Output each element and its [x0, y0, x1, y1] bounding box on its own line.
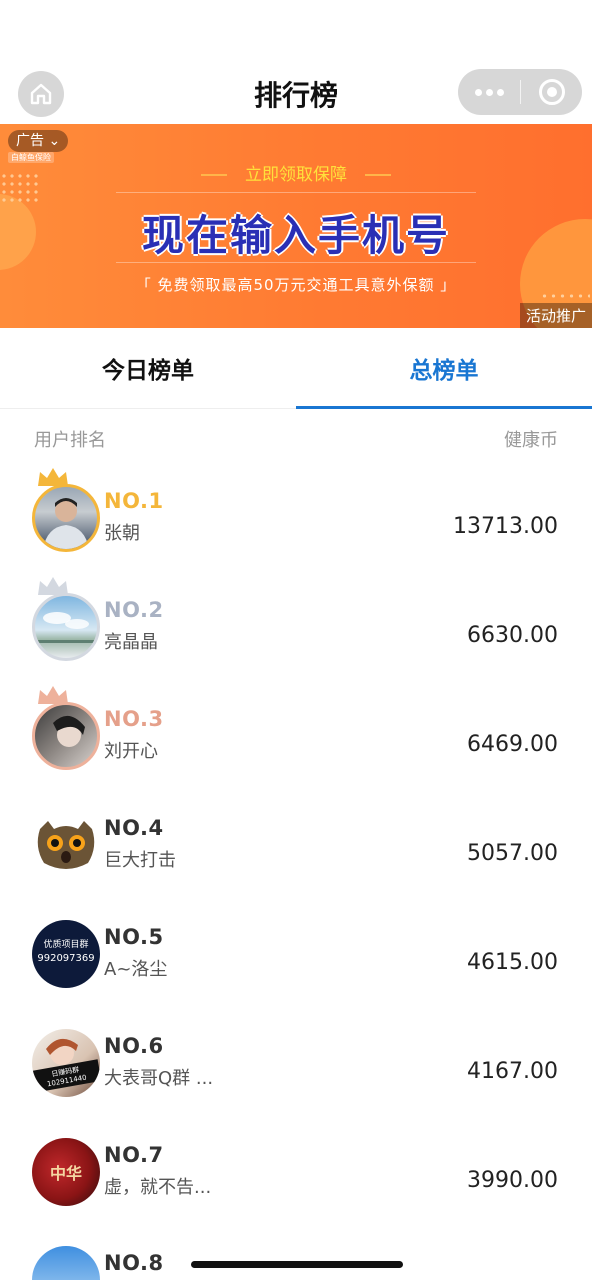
user-name: 刘开心	[104, 741, 158, 762]
ad-banner[interactable]: 广告 ⌄ 白鲸鱼保险 立即领取保障 现在输入手机号 「 免费领取最高50万元交通…	[0, 124, 592, 328]
active-tab-indicator	[296, 406, 592, 409]
rank-number: NO.6	[104, 1034, 164, 1058]
more-menu-button[interactable]	[458, 69, 520, 115]
ad-top-line: 立即领取保障	[0, 160, 592, 185]
ranking-row[interactable]: NO.1 张朝 13713.00	[0, 462, 592, 570]
tab-total[interactable]: 总榜单	[296, 328, 592, 408]
person-photo	[43, 498, 89, 549]
ranking-row[interactable]: NO.2 亮晶晶 6630.00	[0, 571, 592, 679]
rank-number: NO.1	[104, 489, 164, 513]
avatar-text: 中华	[49, 1164, 82, 1183]
avatar-text: 优质项目群	[43, 940, 89, 950]
dot-icon	[474, 88, 482, 96]
avatar	[32, 593, 100, 661]
coin-value: 5057.00	[467, 841, 558, 866]
coin-value: 6469.00	[467, 732, 558, 757]
ad-description: 「 免费领取最高50万元交通工具意外保额 」	[135, 276, 457, 294]
coin-value: 6630.00	[467, 623, 558, 648]
owl-cartoon-icon	[37, 821, 95, 869]
coin-value: 4615.00	[467, 950, 558, 975]
person-photo	[53, 715, 85, 747]
ad-divider	[116, 192, 476, 193]
user-name: A~洛尘	[104, 959, 168, 980]
decor-dash	[365, 174, 391, 176]
avatar	[32, 1246, 100, 1280]
rank-number: NO.2	[104, 598, 164, 622]
coin-value: 3990.00	[467, 1168, 558, 1193]
tab-today[interactable]: 今日榜单	[0, 328, 296, 408]
rank-number: NO.5	[104, 925, 164, 949]
chevron-down-icon: ⌄	[48, 133, 61, 149]
ranking-row[interactable]: NO.8	[0, 1224, 592, 1280]
tab-divider	[0, 408, 296, 409]
user-name: 虚，就不告...	[104, 1177, 212, 1198]
ad-divider	[116, 262, 476, 263]
close-miniprogram-button[interactable]	[521, 69, 582, 115]
rank-number: NO.7	[104, 1143, 164, 1167]
rank-number: NO.3	[104, 707, 164, 731]
user-name: 张朝	[104, 523, 140, 544]
home-indicator[interactable]	[191, 1261, 403, 1268]
navigation-bar: 排行榜	[0, 0, 592, 124]
list-header: 用户排名 健康币	[0, 422, 592, 452]
ad-badge-label: 广告	[16, 133, 44, 149]
coin-value: 13713.00	[453, 514, 558, 539]
column-header-rank: 用户排名	[34, 430, 106, 451]
miniprogram-capsule	[458, 69, 582, 115]
user-name: 巨大打击	[104, 850, 176, 871]
avatar: 日赚码群 102911440	[32, 1029, 100, 1097]
rank-number: NO.8	[104, 1251, 164, 1275]
ad-top-line-text: 立即领取保障	[245, 165, 347, 185]
ad-badge[interactable]: 广告 ⌄	[8, 130, 69, 152]
avatar-text: 992097369	[37, 953, 95, 964]
sky-photo	[35, 612, 97, 643]
ranking-row[interactable]: NO.3 刘开心 6469.00	[0, 680, 592, 788]
avatar	[32, 484, 100, 552]
ad-headline: 现在输入手机号	[141, 211, 450, 260]
rank-number: NO.4	[104, 816, 164, 840]
ranking-row[interactable]: 中华 NO.7 虚，就不告... 3990.00	[0, 1116, 592, 1224]
ranking-page: 排行榜 广告 ⌄ 白鲸鱼保险 立即领取保障 现在输入手机号 「 免费领取最高50…	[0, 0, 592, 1280]
user-name: 亮晶晶	[104, 632, 158, 653]
target-icon	[538, 79, 565, 105]
dot-icon	[485, 88, 493, 96]
ad-promo-tag: 活动推广	[519, 303, 592, 328]
decor-dash	[201, 174, 227, 176]
avatar: 优质项目群 992097369	[32, 920, 100, 988]
dot-icon	[496, 88, 504, 96]
user-name: 大表哥Q群 ...	[104, 1068, 214, 1089]
avatar: 中华	[32, 1138, 100, 1206]
ranking-tabs: 今日榜单 总榜单	[0, 328, 592, 409]
ranking-row[interactable]: 日赚码群 102911440 NO.6 大表哥Q群 ... 4167.00	[0, 1007, 592, 1115]
ranking-row[interactable]: 优质项目群 992097369 NO.5 A~洛尘 4615.00	[0, 898, 592, 1006]
avatar	[32, 811, 100, 879]
column-header-coins: 健康币	[504, 430, 558, 451]
avatar	[32, 702, 100, 770]
coin-value: 4167.00	[467, 1059, 558, 1084]
ranking-row[interactable]: NO.4 巨大打击 5057.00	[0, 789, 592, 897]
